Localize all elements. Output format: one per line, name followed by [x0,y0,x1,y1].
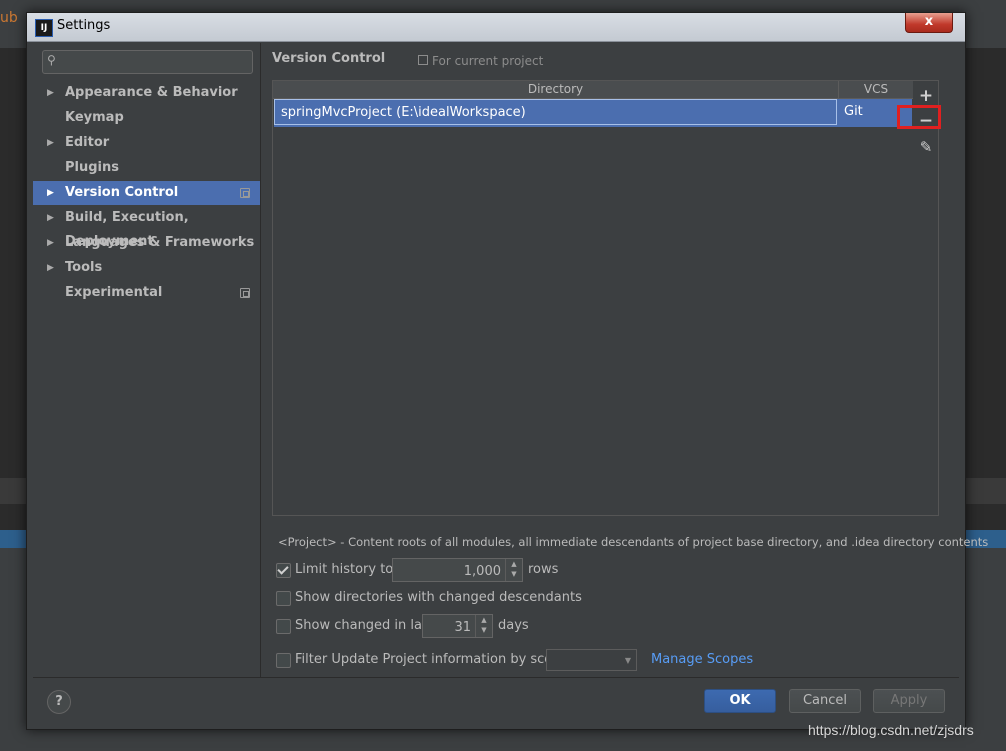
add-icon[interactable]: + [915,85,937,107]
vcs-mapping-table: Directory VCS springMvcProject (E:\ideal… [272,80,914,516]
watermark-text: https://blog.csdn.net/zjsdrs [808,722,974,738]
project-scope-icon [240,288,250,298]
spinner-arrows-icon[interactable]: ▲ ▼ [505,559,522,581]
expand-arrow-icon: ▶ [47,138,54,148]
window-title: Settings [57,18,111,33]
limit-history-input[interactable] [393,560,503,582]
scope-label: For current project [418,54,543,68]
column-header-vcs[interactable]: VCS [839,81,913,99]
sidebar-item-build-execution-deployment[interactable]: ▶ Build, Execution, Deployment [33,206,260,249]
edit-icon[interactable]: ✎ [915,136,937,158]
column-header-directory[interactable]: Directory [273,81,839,99]
sidebar-item-experimental[interactable]: Experimental [33,281,260,305]
directory-cell[interactable]: springMvcProject (E:\idealWorkspace) [274,99,837,125]
limit-history-stepper[interactable]: ▲▼ [392,558,523,582]
table-row[interactable]: springMvcProject (E:\idealWorkspace) Git [274,99,912,127]
chevron-down-icon: ▼ [624,656,631,665]
vcs-cell[interactable]: Git [844,99,863,125]
apply-button[interactable]: Apply [873,689,945,713]
show-changed-checkbox[interactable] [276,619,291,634]
title-bar: IJ Settings x [27,13,965,42]
table-toolbar: + − ✎ [913,80,939,516]
close-button[interactable]: x [905,13,953,33]
sidebar-item-plugins[interactable]: Plugins [33,156,260,180]
sidebar-item-editor[interactable]: ▶ Editor [33,131,260,155]
search-icon: ⚲ [47,53,56,67]
help-button[interactable]: ? [47,690,71,714]
show-changed-stepper[interactable]: ▲▼ [422,614,493,638]
cancel-button[interactable]: Cancel [789,689,861,713]
page-title: Version Control [272,51,386,66]
background-ide-text: ub [0,10,18,26]
expand-arrow-icon: ▶ [47,188,54,198]
project-scope-icon [418,55,428,65]
sidebar-item-languages-frameworks[interactable]: ▶ Languages & Frameworks [33,231,260,255]
expand-arrow-icon: ▶ [47,213,54,223]
show-changed-days-input[interactable] [423,616,473,638]
expand-arrow-icon: ▶ [47,238,54,248]
settings-dialog: IJ Settings x ⚲ ▶ Appearance & Behavior … [26,12,988,730]
filter-update-checkbox[interactable] [276,653,291,668]
sidebar-item-keymap[interactable]: Keymap [33,106,260,130]
sidebar-item-version-control[interactable]: ▶ Version Control [33,181,260,205]
settings-content: Version Control For current project Dire… [272,43,988,677]
scope-dropdown[interactable]: ▼ [546,649,637,671]
sidebar-item-tools[interactable]: ▶ Tools [33,256,260,280]
manage-scopes-link[interactable]: Manage Scopes [651,648,753,672]
highlight-annotation [897,105,941,129]
intellij-app-icon: IJ [35,19,53,37]
show-dirs-checkbox[interactable] [276,591,291,606]
ok-button[interactable]: OK [704,689,776,713]
search-box[interactable]: ⚲ [42,50,253,74]
expand-arrow-icon: ▶ [47,263,54,273]
sidebar-item-appearance-behavior[interactable]: ▶ Appearance & Behavior [33,81,260,105]
spinner-arrows-icon[interactable]: ▲ ▼ [475,615,492,637]
settings-sidebar: ⚲ ▶ Appearance & Behavior Keymap ▶ Edito… [33,43,261,677]
project-note: <Project> - Content roots of all modules… [278,535,989,549]
dialog-button-bar: ? OK Cancel Apply [33,677,959,724]
search-input[interactable] [65,53,249,71]
limit-history-checkbox[interactable] [276,563,291,578]
project-scope-icon [240,188,250,198]
expand-arrow-icon: ▶ [47,88,54,98]
